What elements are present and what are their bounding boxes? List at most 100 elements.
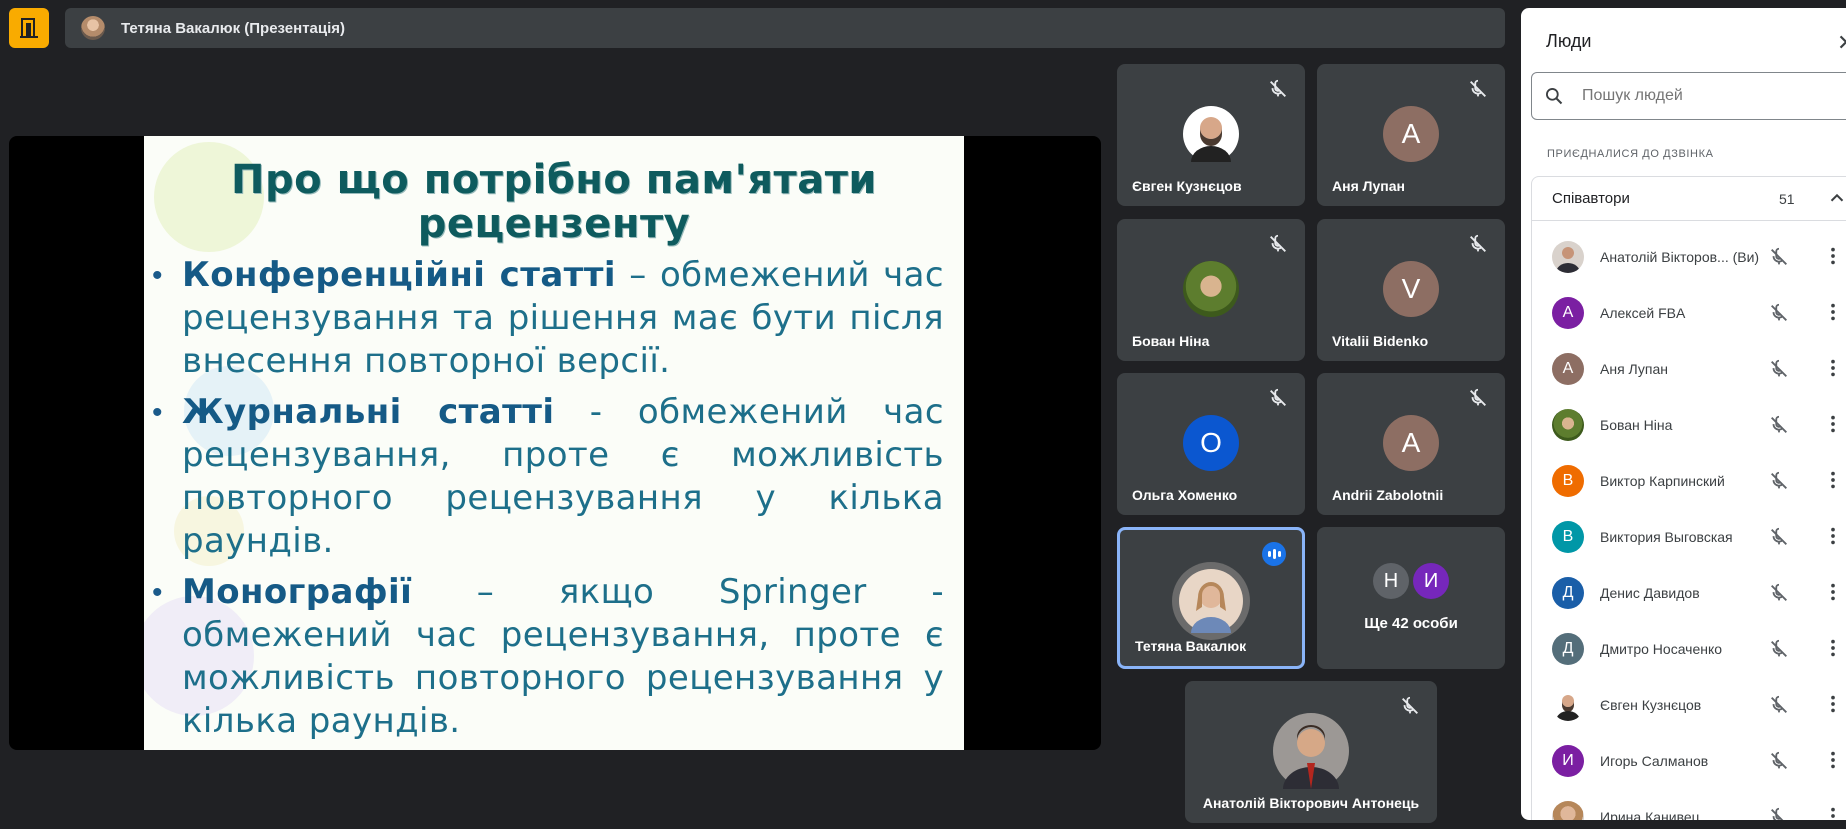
more-vert-icon[interactable] bbox=[1822, 469, 1844, 491]
mic-off-icon[interactable] bbox=[1768, 246, 1790, 268]
more-vert-icon[interactable] bbox=[1822, 581, 1844, 603]
mic-off-icon[interactable] bbox=[1768, 582, 1790, 604]
more-vert-icon[interactable] bbox=[1822, 525, 1844, 547]
participant-tile[interactable]: Анатолій Вікторович Антонець bbox=[1185, 681, 1437, 823]
avatar: А bbox=[1552, 297, 1584, 329]
avatar bbox=[1552, 241, 1584, 273]
participant-initial: А bbox=[1383, 415, 1439, 471]
mic-off-icon bbox=[1470, 388, 1486, 406]
participant-name: Vitalii Bidenko bbox=[1332, 333, 1429, 349]
participant-name: Євген Кузнєцов bbox=[1132, 178, 1242, 194]
mic-off-icon[interactable] bbox=[1768, 414, 1790, 436]
list-item[interactable]: И Игорь Салманов bbox=[1532, 733, 1846, 789]
bullet-term: Журнальні статті bbox=[182, 392, 555, 432]
panel-title: Люди bbox=[1546, 31, 1592, 51]
participant-name: Євген Кузнєцов bbox=[1600, 697, 1702, 713]
mic-off-icon bbox=[1402, 696, 1418, 714]
list-item[interactable]: А Аня Лупан bbox=[1532, 341, 1846, 397]
people-list: Анатолій Вікторов... (Ви) А Алексей FBA … bbox=[1532, 229, 1846, 820]
mic-off-icon[interactable] bbox=[1768, 638, 1790, 660]
participant-initial: А bbox=[1383, 106, 1439, 162]
participant-tile[interactable]: Бован Ніна bbox=[1117, 219, 1305, 361]
participant-tile[interactable]: А Andrii Zabolotnii bbox=[1317, 373, 1505, 515]
search-icon bbox=[1546, 88, 1563, 105]
participant-name: Анатолій Вікторович Антонець bbox=[1202, 795, 1420, 811]
participant-name: Виктор Карпинский bbox=[1600, 473, 1725, 489]
participant-name: Игорь Салманов bbox=[1600, 753, 1709, 769]
list-item[interactable]: Бован Ніна bbox=[1532, 397, 1846, 453]
participant-tile[interactable]: Євген Кузнєцов bbox=[1117, 64, 1305, 206]
slide-bullet: • Конференційні статті – обмежений час р… bbox=[152, 255, 944, 381]
avatar: Д bbox=[1552, 577, 1584, 609]
more-vert-icon[interactable] bbox=[1822, 749, 1844, 771]
mic-off-icon[interactable] bbox=[1768, 750, 1790, 772]
mic-off-icon[interactable] bbox=[1768, 694, 1790, 716]
meeting-title: Тетяна Вакалюк (Презентація) bbox=[121, 19, 346, 37]
participant-name: Аня Лупан bbox=[1332, 178, 1405, 194]
participant-name: Бован Ніна bbox=[1600, 417, 1673, 433]
more-participants-label: Ще 42 особи bbox=[1364, 615, 1458, 632]
bullet-term: Монографії bbox=[182, 572, 413, 612]
list-item[interactable]: В Виктория Выговская bbox=[1532, 509, 1846, 565]
avatar: Д bbox=[1552, 633, 1584, 665]
door-icon bbox=[20, 18, 38, 38]
list-item[interactable]: Євген Кузнєцов bbox=[1532, 677, 1846, 733]
presentation-area: Про що потрібно пам'ятати рецензенту • К… bbox=[9, 136, 1101, 750]
more-vert-icon[interactable] bbox=[1822, 245, 1844, 267]
more-vert-icon[interactable] bbox=[1822, 805, 1844, 820]
mic-off-icon bbox=[1470, 79, 1486, 97]
slide-bullets: • Конференційні статті – обмежений час р… bbox=[152, 254, 944, 743]
more-vert-icon[interactable] bbox=[1822, 693, 1844, 715]
close-icon[interactable]: ✕ bbox=[1837, 30, 1846, 56]
presenter-bar: Тетяна Вакалюк (Презентація) bbox=[65, 8, 1505, 48]
group-name: Співавтори bbox=[1552, 190, 1630, 207]
more-participants-tile[interactable]: Н И Ще 42 особи bbox=[1317, 527, 1505, 669]
list-item[interactable]: Ирина Канивец bbox=[1532, 789, 1846, 820]
list-item[interactable]: Д Денис Давидов bbox=[1532, 565, 1846, 621]
presenter-avatar bbox=[81, 16, 105, 40]
search-people-input[interactable] bbox=[1582, 87, 1832, 105]
meet-window: Тетяна Вакалюк (Презентація) Про що потр… bbox=[0, 0, 1846, 829]
participant-initial: И bbox=[1413, 563, 1449, 599]
slide: Про що потрібно пам'ятати рецензенту • К… bbox=[144, 136, 964, 750]
participant-tile[interactable]: О Ольга Хоменко bbox=[1117, 373, 1305, 515]
participant-name: Бован Ніна bbox=[1132, 333, 1210, 349]
participant-tile[interactable]: V Vitalii Bidenko bbox=[1317, 219, 1505, 361]
search-people-field[interactable] bbox=[1531, 72, 1846, 120]
bullet-term: Конференційні статті bbox=[182, 255, 616, 295]
participant-name: Алексей FBA bbox=[1600, 305, 1686, 321]
mic-off-icon[interactable] bbox=[1768, 526, 1790, 548]
more-vert-icon[interactable] bbox=[1822, 357, 1844, 379]
avatar: А bbox=[1552, 353, 1584, 385]
mic-off-icon[interactable] bbox=[1768, 806, 1790, 820]
list-item[interactable]: Д Дмитро Носаченко bbox=[1532, 621, 1846, 677]
speaking-indicator-icon bbox=[1262, 542, 1286, 566]
app-logo[interactable] bbox=[9, 8, 49, 48]
avatar: В bbox=[1552, 521, 1584, 553]
more-participants-avatars: Н И bbox=[1373, 563, 1449, 599]
slide-bullet: • Журнальні статті - обмежений час рецен… bbox=[152, 392, 944, 561]
mic-off-icon[interactable] bbox=[1768, 302, 1790, 324]
more-vert-icon[interactable] bbox=[1822, 413, 1844, 435]
list-item[interactable]: В Виктор Карпинский bbox=[1532, 453, 1846, 509]
chevron-up-icon[interactable] bbox=[1826, 187, 1846, 209]
participant-photo bbox=[1172, 562, 1250, 640]
participant-tile-speaking[interactable]: Тетяна Вакалюк bbox=[1117, 527, 1305, 669]
participant-name: Ирина Канивец bbox=[1600, 809, 1700, 820]
avatar: В bbox=[1552, 465, 1584, 497]
mic-off-icon[interactable] bbox=[1768, 470, 1790, 492]
list-item[interactable]: А Алексей FBA bbox=[1532, 285, 1846, 341]
list-item[interactable]: Анатолій Вікторов... (Ви) bbox=[1532, 229, 1846, 285]
participant-name: Ольга Хоменко bbox=[1132, 487, 1238, 503]
participant-initial: Н bbox=[1373, 563, 1409, 599]
mic-off-icon bbox=[1270, 234, 1286, 252]
mic-off-icon[interactable] bbox=[1768, 358, 1790, 380]
avatar bbox=[1552, 689, 1584, 721]
more-vert-icon[interactable] bbox=[1822, 301, 1844, 323]
participant-name: Аня Лупан bbox=[1600, 361, 1668, 377]
slide-title: Про що потрібно пам'ятати рецензенту bbox=[231, 157, 877, 247]
participant-tile[interactable]: А Аня Лупан bbox=[1317, 64, 1505, 206]
group-header[interactable]: Співавтори 51 bbox=[1532, 177, 1846, 221]
participant-photo bbox=[1183, 106, 1239, 162]
more-vert-icon[interactable] bbox=[1822, 637, 1844, 659]
